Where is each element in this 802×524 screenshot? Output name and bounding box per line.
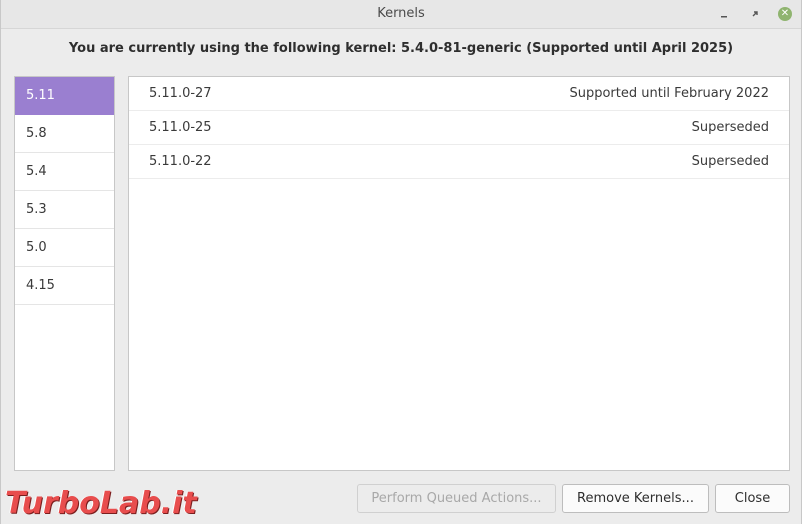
- title-bar[interactable]: Kernels ✕: [1, 0, 801, 29]
- minimize-button[interactable]: [715, 5, 733, 23]
- kernel-row[interactable]: 5.11.0-25 Superseded: [129, 111, 789, 145]
- kernel-status: Superseded: [691, 154, 769, 169]
- maximize-icon: [752, 11, 758, 17]
- kernel-version: 5.11.0-27: [149, 86, 212, 101]
- kernel-version: 5.11.0-25: [149, 120, 212, 135]
- kernel-status: Superseded: [691, 120, 769, 135]
- sidebar-item-4-15[interactable]: 4.15: [15, 267, 114, 305]
- window-title: Kernels: [377, 6, 425, 21]
- close-window-button[interactable]: ✕: [776, 5, 794, 23]
- current-kernel-info: You are currently using the following ke…: [68, 41, 734, 56]
- sidebar-item-5-11[interactable]: 5.11: [15, 77, 114, 115]
- perform-queued-actions-button[interactable]: Perform Queued Actions...: [357, 484, 556, 513]
- close-button[interactable]: Close: [715, 484, 790, 513]
- kernel-version: 5.11.0-22: [149, 154, 212, 169]
- kernel-row[interactable]: 5.11.0-27 Supported until February 2022: [129, 77, 789, 111]
- kernel-list: 5.11.0-27 Supported until February 2022 …: [128, 76, 790, 471]
- minimize-icon: [721, 16, 727, 18]
- kernel-status: Supported until February 2022: [569, 86, 769, 101]
- kernels-window: Kernels ✕ You are currently using the fo…: [0, 0, 802, 524]
- sidebar-item-5-4[interactable]: 5.4: [15, 153, 114, 191]
- kernel-series-list: 5.11 5.8 5.4 5.3 5.0 4.15: [14, 76, 115, 471]
- watermark-logo: TurboLab.it: [5, 486, 197, 521]
- sidebar-item-5-3[interactable]: 5.3: [15, 191, 114, 229]
- maximize-button[interactable]: [746, 5, 764, 23]
- sidebar-item-5-0[interactable]: 5.0: [15, 229, 114, 267]
- kernel-row[interactable]: 5.11.0-22 Superseded: [129, 145, 789, 179]
- close-icon: ✕: [778, 7, 792, 21]
- sidebar-item-5-8[interactable]: 5.8: [15, 115, 114, 153]
- remove-kernels-button[interactable]: Remove Kernels...: [562, 484, 709, 513]
